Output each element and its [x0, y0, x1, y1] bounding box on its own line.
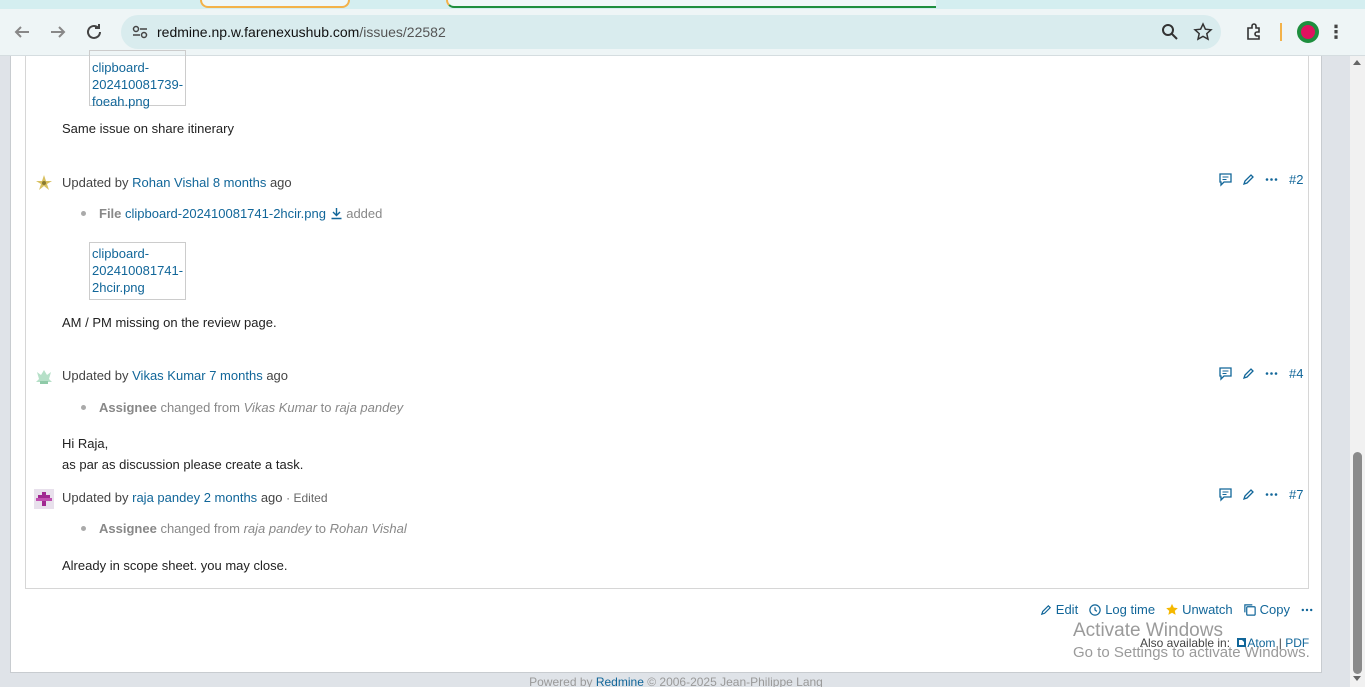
zoom-icon[interactable] — [1161, 23, 1179, 41]
journal-actions: #4 — [1218, 366, 1303, 381]
journal-detail: Assignee changed from Vikas Kumar to raj… — [99, 400, 404, 415]
download-icon[interactable] — [330, 207, 343, 220]
more-dots-icon[interactable] — [1300, 603, 1314, 617]
journal-note: Same issue on share itinerary — [62, 121, 234, 136]
issue-actions: Edit Log time Unwatch Copy — [1039, 602, 1314, 617]
browser-menu-icon[interactable]: ⋮ — [1326, 21, 1346, 43]
list-bullet — [81, 405, 86, 410]
author-link[interactable]: Rohan Vishal — [132, 175, 209, 190]
edit-pencil-icon[interactable] — [1241, 487, 1256, 502]
history-box: clipboard- 202410081739- foeah.png Same … — [25, 50, 1309, 589]
journal-header: Updated by Rohan Vishal 8 months ago — [62, 175, 292, 190]
journal-detail: File clipboard-202410081741-2hcir.png ad… — [99, 206, 383, 221]
comment-icon[interactable] — [1218, 172, 1233, 187]
page-footer: Powered by Redmine © 2006-2025 Jean-Phil… — [529, 676, 823, 687]
copy-button[interactable]: Copy — [1243, 602, 1290, 617]
more-dots-icon[interactable] — [1264, 366, 1279, 381]
browser-toolbar: redmine.np.w.farenexushub.com/issues/225… — [0, 9, 1365, 56]
author-link[interactable]: Vikas Kumar — [132, 368, 205, 383]
edit-button[interactable]: Edit — [1039, 602, 1078, 617]
comment-icon[interactable] — [1218, 366, 1233, 381]
address-bar[interactable]: redmine.np.w.farenexushub.com/issues/225… — [121, 15, 1221, 49]
time-link[interactable]: 2 months — [204, 490, 257, 505]
tab-strip — [0, 0, 1365, 9]
user-avatar — [34, 173, 54, 193]
edit-pencil-icon[interactable] — [1241, 366, 1256, 381]
attachment-thumbnail[interactable]: clipboard- 202410081741- 2hcir.png — [89, 242, 186, 300]
scrollbar-thumb[interactable] — [1353, 452, 1362, 674]
journal-number-link[interactable]: #4 — [1289, 366, 1303, 381]
page-scrollbar[interactable] — [1350, 56, 1365, 687]
attachment-link[interactable]: clipboard-202410081741-2hcir.png — [125, 206, 326, 221]
edit-pencil-icon — [1040, 604, 1051, 615]
bookmark-star-icon[interactable] — [1193, 22, 1213, 42]
browser-tab[interactable] — [200, 0, 350, 8]
page-content: clipboard- 202410081739- foeah.png Same … — [10, 50, 1322, 673]
author-link[interactable]: raja pandey — [132, 490, 200, 505]
journal-detail: Assignee changed from raja pandey to Roh… — [99, 521, 407, 536]
redmine-link[interactable]: Redmine — [596, 676, 644, 687]
back-arrow-icon[interactable] — [10, 20, 34, 44]
scroll-down-arrow-icon[interactable] — [1353, 676, 1361, 681]
journal-note: Hi Raja, — [62, 436, 109, 451]
copy-icon — [1243, 603, 1256, 616]
browser-tab-active[interactable] — [446, 0, 936, 8]
scroll-up-arrow-icon[interactable] — [1353, 60, 1361, 65]
reload-icon[interactable] — [82, 20, 106, 44]
journal-note: AM / PM missing on the review page. — [62, 315, 277, 330]
edit-pencil-icon[interactable] — [1241, 172, 1256, 187]
forward-arrow-icon[interactable] — [46, 20, 70, 44]
journal-note: as par as discussion please create a tas… — [62, 457, 304, 472]
windows-watermark-subtitle: Go to Settings to activate Windows. — [1073, 644, 1310, 661]
star-filled-icon — [1166, 603, 1178, 615]
journal-note: Already in scope sheet. you may close. — [62, 558, 288, 573]
clock-icon — [1089, 603, 1101, 616]
log-time-button[interactable]: Log time — [1088, 602, 1155, 617]
user-avatar — [34, 489, 54, 509]
more-dots-icon[interactable] — [1264, 172, 1279, 187]
site-info-icon[interactable] — [131, 23, 149, 41]
journal-header: Updated by Vikas Kumar 7 months ago — [62, 368, 289, 383]
journal-header: Updated by raja pandey 2 months ago · Ed… — [62, 490, 328, 505]
more-dots-icon[interactable] — [1264, 487, 1279, 502]
url-text: redmine.np.w.farenexushub.com/issues/225… — [157, 24, 446, 40]
journal-number-link[interactable]: #7 — [1289, 487, 1303, 502]
user-avatar — [34, 367, 54, 387]
time-link[interactable]: 8 months — [213, 175, 266, 190]
list-bullet — [81, 211, 86, 216]
list-bullet — [81, 526, 86, 531]
extensions-icon[interactable] — [1244, 22, 1264, 42]
toolbar-divider — [1280, 23, 1282, 41]
profile-avatar[interactable] — [1297, 21, 1319, 43]
journal-actions: #2 — [1218, 172, 1303, 187]
time-link[interactable]: 7 months — [209, 368, 262, 383]
attachment-thumbnail[interactable]: clipboard- 202410081739- foeah.png — [89, 50, 186, 109]
journal-number-link[interactable]: #2 — [1289, 172, 1303, 187]
journal-actions: #7 — [1218, 487, 1303, 502]
unwatch-button[interactable]: Unwatch — [1165, 602, 1233, 617]
comment-icon[interactable] — [1218, 487, 1233, 502]
